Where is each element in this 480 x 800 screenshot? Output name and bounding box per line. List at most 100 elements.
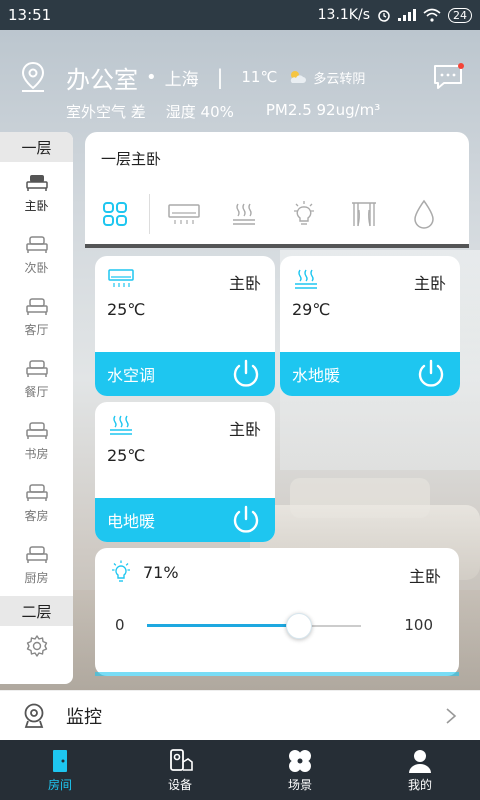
- device-card-electric-floor-heating[interactable]: 主卧 25℃ 电地暖: [95, 402, 275, 542]
- humidity: 湿度 40%: [165, 103, 234, 121]
- gear-icon: [26, 635, 47, 657]
- user-icon: [409, 749, 431, 773]
- bed-icon: [25, 235, 48, 253]
- status-time: 13:51: [8, 6, 52, 24]
- room-sidebar: 一层 主卧 次卧 客厅 餐厅 书房 客房 厨房 二层: [0, 132, 73, 684]
- light-bulb-icon: [294, 201, 314, 225]
- pm25: PM2.5 92ug/m³: [265, 101, 381, 119]
- sidebar-item-master-bedroom[interactable]: 主卧: [0, 162, 73, 224]
- bed-icon: [25, 545, 48, 563]
- camera-icon: [24, 703, 44, 728]
- floor-heating-icon: [233, 203, 255, 225]
- nav-label: 场景: [287, 777, 312, 792]
- bed-icon: [25, 297, 48, 315]
- air-conditioner-icon: [168, 204, 200, 224]
- water-drop-icon: [414, 199, 434, 229]
- power-icon[interactable]: [414, 357, 448, 391]
- tab-light[interactable]: [274, 192, 334, 236]
- sidebar-item-label: 主卧: [24, 198, 49, 213]
- device-temperature: 25℃: [107, 446, 146, 465]
- tab-water[interactable]: [394, 192, 454, 236]
- sidebar-item-study[interactable]: 书房: [0, 410, 73, 472]
- door-icon: [53, 749, 67, 772]
- tab-all[interactable]: [85, 192, 145, 236]
- tab-floor-heating[interactable]: [214, 192, 274, 236]
- device-name: 水空调: [107, 366, 156, 385]
- battery-indicator: 24: [448, 7, 472, 23]
- bed-icon: [25, 359, 48, 377]
- panel-title: 一层主卧: [101, 150, 162, 168]
- slider-min: 0: [115, 616, 125, 634]
- bed-icon: [25, 483, 48, 501]
- nav-profile[interactable]: 我的: [360, 740, 480, 800]
- nav-rooms[interactable]: 房间: [0, 740, 120, 800]
- sidebar-item-label: 客厅: [24, 322, 49, 337]
- signal-icon: [398, 9, 416, 21]
- light-card-accent: [95, 672, 459, 676]
- bed-icon: [25, 174, 48, 191]
- header-dot: •: [146, 66, 157, 88]
- device-room: 主卧: [413, 274, 446, 293]
- device-name: 电地暖: [107, 512, 156, 531]
- nav-scenes[interactable]: 场景: [240, 740, 360, 800]
- device-temperature: 29℃: [292, 300, 331, 319]
- floor-label-2[interactable]: 二层: [0, 596, 73, 626]
- curtain-icon: [352, 202, 376, 227]
- device-card-water-ac[interactable]: 主卧 25℃ 水空调: [95, 256, 275, 396]
- alarm-icon: [378, 10, 390, 22]
- device-temperature: 25℃: [107, 300, 146, 319]
- sidebar-item-label: 客房: [24, 508, 49, 523]
- light-card[interactable]: 71% 主卧 0 100: [95, 548, 459, 676]
- sidebar-item-guest-room[interactable]: 客房: [0, 472, 73, 534]
- header-separator: |: [216, 65, 224, 89]
- power-icon[interactable]: [229, 503, 263, 537]
- chevron-right-icon: [446, 707, 457, 724]
- device-name: 水地暖: [292, 366, 341, 385]
- sidebar-item-label: 书房: [24, 446, 49, 461]
- nav-devices[interactable]: 设备: [120, 740, 240, 800]
- message-icon[interactable]: [432, 63, 464, 91]
- floor-label-1[interactable]: 一层: [0, 132, 73, 162]
- tab-divider: [149, 194, 150, 234]
- tab-curtain[interactable]: [334, 192, 394, 236]
- outdoor-temperature: 11℃: [241, 68, 278, 86]
- sidebar-item-label: 次卧: [24, 260, 49, 275]
- device-room: 主卧: [228, 274, 261, 293]
- status-bar: 13:51 13.1K/s 24: [0, 0, 480, 30]
- tab-air-conditioner[interactable]: [154, 192, 214, 236]
- sidebar-item-living-room[interactable]: 客厅: [0, 286, 73, 348]
- slider-thumb[interactable]: [285, 613, 312, 639]
- sidebar-item-dining-room[interactable]: 餐厅: [0, 348, 73, 410]
- sidebar-item-label: 餐厅: [24, 384, 49, 399]
- sidebar-item-label: 厨房: [24, 570, 49, 585]
- city-name: 上海: [164, 69, 199, 90]
- current-room-name[interactable]: 办公室: [66, 60, 138, 95]
- device-card-water-floor-heating[interactable]: 主卧 29℃ 水地暖: [280, 256, 460, 396]
- nav-label: 我的: [407, 777, 432, 792]
- light-room: 主卧: [408, 567, 441, 586]
- net-speed: 13.1K/s: [317, 7, 370, 23]
- power-icon[interactable]: [229, 357, 263, 391]
- monitor-row[interactable]: 监控: [0, 690, 480, 740]
- sidebar-item-kitchen[interactable]: 厨房: [0, 534, 73, 596]
- bottom-nav: 房间 设备 场景 我的: [0, 740, 480, 800]
- room-panel: 一层主卧: [85, 132, 469, 244]
- floor-heating-icon: [110, 415, 132, 435]
- all-grid-icon: [103, 202, 127, 226]
- light-level: 71%: [143, 563, 179, 582]
- location-pin-icon[interactable]: [20, 61, 46, 93]
- air-quality: 室外空气 差: [66, 103, 146, 121]
- nav-label: 房间: [47, 777, 72, 792]
- sidebar-settings[interactable]: [0, 626, 73, 670]
- sidebar-item-second-bedroom[interactable]: 次卧: [0, 224, 73, 286]
- brightness-slider[interactable]: 0 100: [95, 612, 459, 640]
- wifi-icon: [423, 8, 441, 22]
- air-conditioner-icon: [108, 269, 134, 287]
- scene-petal-icon: [289, 749, 311, 772]
- slider-fill: [147, 624, 299, 627]
- device-room: 主卧: [228, 420, 261, 439]
- panel-divider: [85, 244, 469, 248]
- cloudy-sun-icon: [291, 71, 307, 83]
- category-tabs: [85, 192, 469, 236]
- nav-label: 设备: [167, 777, 192, 792]
